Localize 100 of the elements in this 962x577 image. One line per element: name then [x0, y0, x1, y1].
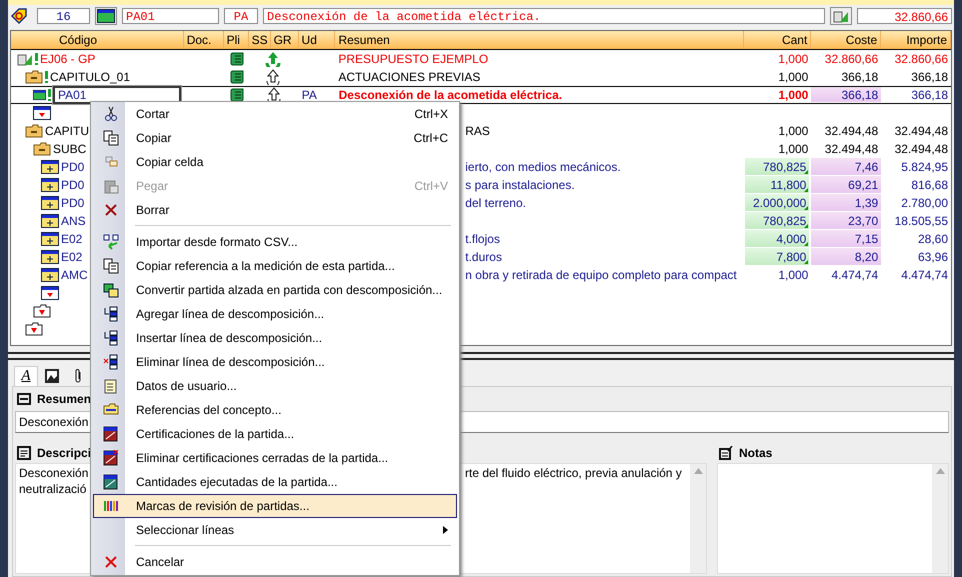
column-header[interactable]: Coste [811, 31, 882, 49]
table-cell-text: 1,000 [777, 69, 810, 86]
table-cell-text: 366,18 [840, 69, 880, 86]
table-cell: 8,20 [811, 248, 882, 266]
table-cell: s para instalaciones. [465, 178, 575, 192]
clipboard-icon [103, 178, 119, 194]
menu-item[interactable]: Agregar línea de descomposición... [93, 302, 457, 326]
window-icon [41, 250, 59, 264]
table-cell-text: 1,000 [777, 51, 810, 68]
table-cell[interactable]: EJ06 - GP [40, 52, 96, 66]
column-header[interactable]: Importe [881, 31, 951, 49]
table-cell-text: 18.505,55 [894, 213, 950, 230]
text-tab[interactable]: A [14, 366, 38, 386]
table-cell[interactable]: SUBC [53, 142, 86, 156]
table-cell[interactable]: PD0 [61, 196, 84, 210]
total-field: 32.860,66 [857, 8, 952, 24]
table-cell: PRESUPUESTO EJEMPLO [338, 52, 488, 66]
add-folder-icon [25, 322, 43, 336]
menu-item[interactable]: Copiar celda [93, 150, 457, 174]
table-cell-text: 28,60 [916, 231, 950, 248]
menu-item[interactable]: Copiar Ctrl+C [93, 126, 457, 150]
budget-icon [17, 52, 33, 66]
column-header[interactable]: Pli [224, 31, 249, 49]
column-header[interactable]: Doc. [184, 31, 224, 49]
table-cell-text: 32.494,48 [894, 141, 950, 158]
menu-item[interactable]: Importar desde formato CSV... [93, 230, 457, 254]
unit-field[interactable]: PA [224, 8, 258, 24]
table-cell-text: 366,18 [910, 69, 949, 86]
column-header[interactable]: GR [270, 31, 299, 49]
menu-item[interactable]: Seleccionar líneas [93, 518, 457, 542]
menu-item[interactable]: Eliminar certificaciones cerradas de la partida... [93, 446, 457, 470]
color-bars-icon [103, 498, 119, 514]
table-cell-text: 2.780,00 [900, 195, 950, 212]
menu-item[interactable]: Copiar referencia a la medición de esta partida... [93, 254, 457, 278]
table-cell-text: 32.494,48 [894, 123, 950, 140]
notes-field[interactable] [717, 463, 949, 574]
table-cell[interactable]: CAPITULO_01 [50, 70, 130, 84]
code-field[interactable]: PA01 [53, 86, 181, 104]
window-icon [41, 178, 59, 192]
number-field[interactable]: 16 [37, 8, 90, 24]
table-cell: 4,000 [744, 230, 812, 248]
window-icon [41, 160, 59, 174]
menu-item[interactable]: Insertar línea de descomposición... [93, 326, 457, 350]
window-icon [41, 232, 59, 246]
code-field[interactable]: PA01 [122, 8, 219, 24]
list-icon [103, 330, 119, 346]
menu-item[interactable]: Convertir partida alzada en partida con descomposición... [93, 278, 457, 302]
table-cell: 780,825 [744, 158, 812, 176]
description-text: neutralizació [19, 482, 88, 498]
menu-item[interactable]: Datos de usuario... [93, 374, 457, 398]
window-icon [97, 9, 115, 23]
table-cell-text: 1,000 [777, 123, 810, 140]
menu-item[interactable]: Marcas de revisión de partidas... [93, 494, 457, 518]
window-icon [41, 196, 59, 210]
table-cell[interactable]: AMC [61, 268, 88, 282]
description-text: rte del fluido eléctrico, previa anulación y [465, 466, 683, 482]
table-cell-text: 5.824,95 [900, 159, 950, 176]
table-cell: RAS [465, 124, 490, 138]
table-cell[interactable]: PD0 [61, 160, 84, 174]
section-title: Descripci [37, 446, 92, 460]
window-button[interactable] [95, 7, 117, 25]
calculate-button[interactable] [830, 7, 852, 25]
table-cell-text: 816,68 [910, 177, 950, 194]
table-cell: 23,70 [811, 212, 882, 230]
table-cell[interactable]: E02 [61, 250, 82, 264]
certificate-icon [103, 450, 119, 466]
table-cell[interactable]: E02 [61, 232, 82, 246]
column-header[interactable]: Código [11, 31, 184, 49]
certificate-icon [103, 474, 119, 490]
cross-icon [103, 554, 119, 570]
table-cell: 2.000,000 [744, 194, 812, 212]
menu-item[interactable]: Cortar Ctrl+X [93, 102, 457, 126]
folder-icon [25, 124, 43, 138]
menu-item[interactable]: Cancelar [93, 550, 457, 574]
table-cell: 780,825 [744, 212, 812, 230]
table-cell: n obra y retirada de equipo completo para compact [465, 268, 737, 282]
menu-item[interactable]: Cantidades ejecutadas de la partida... [93, 470, 457, 494]
column-header[interactable]: Ud [298, 31, 336, 49]
table-cell-text: 4.474,74 [900, 267, 949, 284]
table-cell[interactable]: PD0 [61, 178, 84, 192]
menu-item[interactable]: Borrar [93, 198, 457, 222]
table-cell: 7,15 [811, 230, 882, 248]
table-cell: 7,46 [811, 158, 882, 176]
certificate-icon [103, 426, 119, 442]
table-cell[interactable]: ANS [61, 214, 86, 228]
folder-icon [33, 142, 51, 156]
notepad-icon [103, 378, 119, 394]
table-cell[interactable]: CAPITU [45, 124, 90, 138]
budget-icon [833, 9, 849, 23]
column-header[interactable]: Cant [744, 31, 812, 49]
table-cell: del terreno. [465, 196, 526, 210]
table-cell: 366,18 [811, 87, 882, 103]
table-cell-text: 1,000 [777, 141, 810, 158]
summary-field[interactable]: Desconexión de la acometida eléctrica. [263, 8, 825, 24]
column-header[interactable]: SS [248, 31, 271, 49]
menu-item[interactable]: Eliminar línea de descomposición... [93, 350, 457, 374]
section-title: Resumen [37, 392, 92, 406]
table-cell-text: 63,96 [916, 249, 950, 266]
column-header[interactable]: Resumen [335, 31, 744, 49]
paperclip-icon [73, 368, 83, 384]
